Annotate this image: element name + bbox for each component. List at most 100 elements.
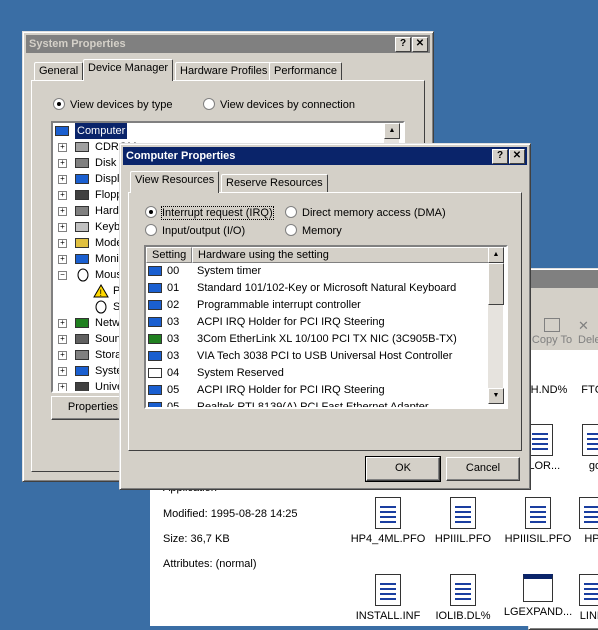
detail-modified: Modified: 1995-08-28 14:25 bbox=[163, 508, 298, 520]
help-button[interactable]: ? bbox=[395, 37, 411, 52]
expand-icon[interactable]: + bbox=[58, 207, 67, 216]
cdrom-icon bbox=[75, 140, 91, 154]
radio-dot bbox=[53, 98, 65, 110]
detail-attributes: Attributes: (normal) bbox=[163, 558, 257, 570]
file-label: HP4_4ML.PFO bbox=[350, 533, 426, 545]
computer-icon bbox=[148, 350, 164, 364]
expand-icon[interactable]: + bbox=[58, 239, 67, 248]
storage-icon bbox=[75, 348, 91, 362]
irq-radio[interactable]: Interrupt request (IRQ) bbox=[145, 206, 274, 220]
resource-row[interactable]: 03 VIA Tech 3038 PCI to USB Universal Hos… bbox=[146, 348, 490, 365]
dma-radio[interactable]: Direct memory access (DMA) bbox=[285, 206, 446, 219]
hardware-value: ACPI IRQ Holder for PCI IRQ Steering bbox=[197, 384, 385, 396]
delete-label: Dele bbox=[578, 334, 598, 346]
resource-row[interactable]: 01 Standard 101/102-Key or Microsoft Natu… bbox=[146, 280, 490, 297]
file-iolib[interactable]: IOLIB.DL% bbox=[423, 574, 503, 622]
delete-button[interactable]: ✕ Dele bbox=[578, 318, 598, 346]
radio-label: View devices by connection bbox=[220, 99, 355, 111]
tab-performance[interactable]: Performance bbox=[269, 62, 342, 81]
resource-row[interactable]: 00 System timer bbox=[146, 263, 490, 280]
computer-properties-window: Computer Properties ? ✕ View Resources R… bbox=[119, 143, 531, 490]
mouse-icon bbox=[93, 300, 109, 314]
radio-label: View devices by type bbox=[70, 99, 173, 111]
resource-scrollbar[interactable]: ▲ ▼ bbox=[488, 247, 504, 404]
floppy-icon bbox=[75, 188, 91, 202]
expand-icon[interactable]: + bbox=[58, 159, 67, 168]
file-hpiiil[interactable]: HPIIIL.PFO bbox=[423, 497, 503, 545]
file-lgexpand[interactable]: LGEXPAND... bbox=[498, 574, 578, 618]
scroll-up-icon[interactable]: ▲ bbox=[488, 247, 504, 263]
expand-icon[interactable]: + bbox=[58, 335, 67, 344]
setting-value: 01 bbox=[167, 282, 180, 294]
scroll-up-icon[interactable]: ▲ bbox=[384, 123, 400, 139]
expand-icon[interactable]: + bbox=[58, 319, 67, 328]
copy-to-icon bbox=[544, 318, 560, 332]
file-line[interactable]: LINE bbox=[572, 574, 598, 622]
computer-icon bbox=[148, 299, 164, 313]
document-icon bbox=[525, 497, 551, 529]
resource-row[interactable]: 05 ACPI IRQ Holder for PCI IRQ Steering bbox=[146, 382, 490, 399]
file-label: LGEXPAND... bbox=[503, 606, 573, 618]
hardware-value: Standard 101/102-Key or Microsoft Natura… bbox=[197, 282, 457, 294]
column-hardware[interactable]: Hardware using the setting bbox=[192, 247, 490, 263]
cancel-button[interactable]: Cancel bbox=[446, 457, 520, 481]
close-button[interactable]: ✕ bbox=[509, 149, 525, 164]
application-icon bbox=[523, 574, 553, 602]
resource-row[interactable]: 02 Programmable interrupt controller bbox=[146, 297, 490, 314]
computer-icon bbox=[55, 124, 71, 138]
computer-icon bbox=[148, 384, 164, 398]
settings-file-icon bbox=[375, 574, 401, 606]
hardware-value: Programmable interrupt controller bbox=[197, 299, 361, 311]
expand-icon[interactable]: + bbox=[58, 383, 67, 391]
ok-button[interactable]: OK bbox=[365, 456, 441, 482]
file-hp[interactable]: HP bbox=[572, 497, 598, 545]
hardware-value: System Reserved bbox=[197, 367, 284, 379]
scroll-down-icon[interactable]: ▼ bbox=[488, 388, 504, 404]
column-setting[interactable]: Setting bbox=[146, 247, 192, 263]
tab-device-manager[interactable]: Device Manager bbox=[83, 59, 174, 81]
resource-row[interactable]: 03 ACPI IRQ Holder for PCI IRQ Steering bbox=[146, 314, 490, 331]
file-install-inf[interactable]: INSTALL.INF bbox=[348, 574, 428, 622]
close-button[interactable]: ✕ bbox=[412, 37, 428, 52]
resource-row[interactable]: 04 System Reserved bbox=[146, 365, 490, 382]
system-icon bbox=[75, 364, 91, 378]
expand-icon[interactable]: + bbox=[58, 351, 67, 360]
document-icon bbox=[582, 424, 598, 456]
network-card-icon bbox=[148, 333, 164, 347]
tab-hardware-profiles[interactable]: Hardware Profiles bbox=[175, 62, 273, 81]
file-hp4-4ml[interactable]: HP4_4ML.PFO bbox=[348, 497, 428, 545]
resource-row[interactable]: 03 3Com EtherLink XL 10/100 PCI TX NIC (3… bbox=[146, 331, 490, 348]
expand-icon[interactable]: + bbox=[58, 255, 67, 264]
scroll-thumb[interactable] bbox=[488, 263, 504, 305]
resource-row[interactable]: 05 Realtek RTL8139(A) PCI Fast Ethernet A… bbox=[146, 399, 490, 407]
setting-value: 03 bbox=[167, 350, 180, 362]
system-reserved-icon bbox=[148, 367, 164, 381]
file-ftc[interactable]: FTC bbox=[572, 384, 598, 396]
tree-item-label: Netw bbox=[95, 317, 121, 329]
expand-icon[interactable]: + bbox=[58, 191, 67, 200]
hardware-value: ACPI IRQ Holder for PCI IRQ Steering bbox=[197, 316, 385, 328]
radio-dot bbox=[285, 206, 297, 218]
expand-icon[interactable]: + bbox=[58, 367, 67, 376]
tab-reserve-resources[interactable]: Reserve Resources bbox=[221, 174, 328, 193]
setting-value: 00 bbox=[167, 265, 180, 277]
view-by-type-radio[interactable]: View devices by type bbox=[53, 98, 173, 111]
collapse-icon[interactable]: − bbox=[58, 271, 67, 280]
file-hpiiisil[interactable]: HPIIISIL.PFO bbox=[498, 497, 578, 545]
display-icon bbox=[75, 172, 91, 186]
io-radio[interactable]: Input/output (I/O) bbox=[145, 224, 245, 237]
expand-icon[interactable]: + bbox=[58, 223, 67, 232]
help-button[interactable]: ? bbox=[492, 149, 508, 164]
view-by-connection-radio[interactable]: View devices by connection bbox=[203, 98, 355, 111]
file-label: HP bbox=[584, 533, 598, 545]
title-bar: System Properties bbox=[26, 35, 430, 53]
copy-to-button[interactable]: Copy To bbox=[528, 318, 576, 346]
tab-general[interactable]: General bbox=[34, 62, 84, 81]
tree-item-label: Hard bbox=[95, 205, 119, 217]
expand-icon[interactable]: + bbox=[58, 143, 67, 152]
resource-list[interactable]: Setting Hardware using the setting 00 Sys… bbox=[144, 245, 508, 409]
memory-radio[interactable]: Memory bbox=[285, 224, 342, 237]
file-go[interactable]: go bbox=[575, 424, 598, 472]
tab-view-resources[interactable]: View Resources bbox=[130, 171, 220, 193]
expand-icon[interactable]: + bbox=[58, 175, 67, 184]
